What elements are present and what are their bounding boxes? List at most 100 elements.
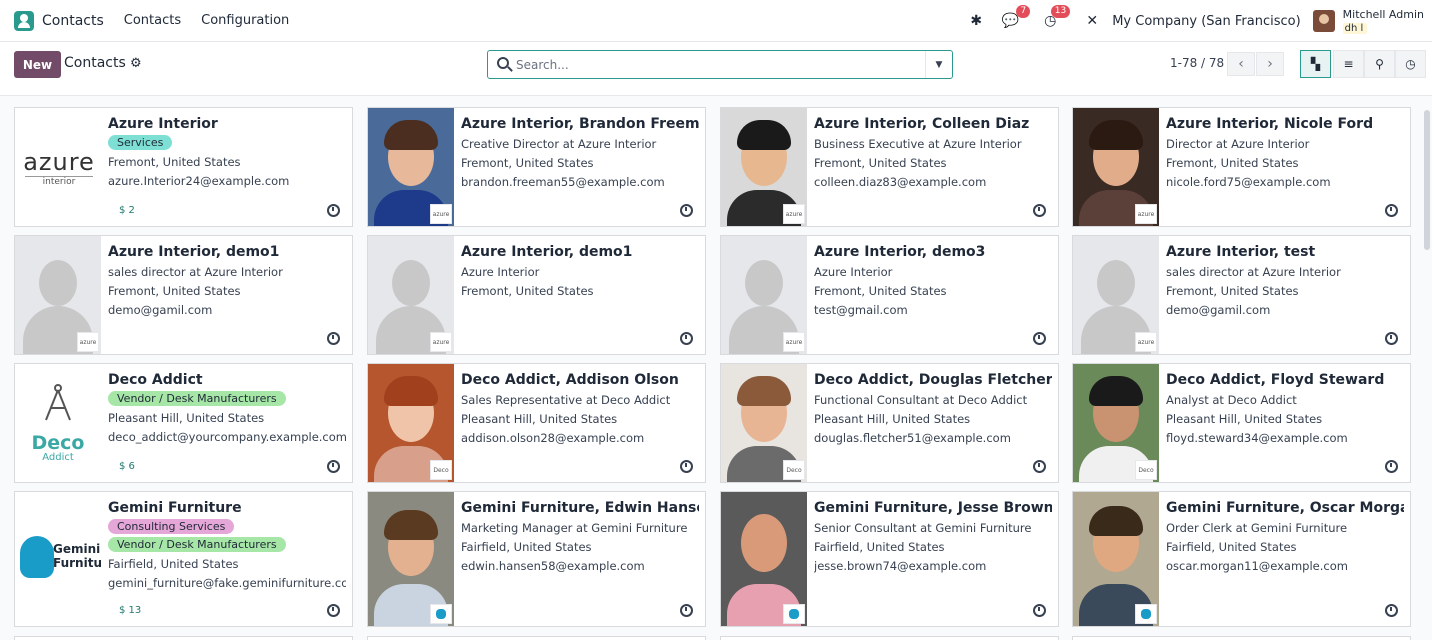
kanban-grid: azure interior Azure Interior Services F… bbox=[0, 96, 1432, 640]
company-mini-logo: Deco bbox=[1135, 460, 1157, 480]
contact-card-partial[interactable] bbox=[720, 636, 1059, 640]
contact-function: Business Executive at Azure Interior bbox=[814, 137, 1022, 151]
contact-email: oscar.morgan11@example.com bbox=[1166, 559, 1348, 573]
menu-configuration[interactable]: Configuration bbox=[201, 13, 289, 28]
search-options-toggle[interactable]: ▼ bbox=[925, 51, 952, 78]
contact-location: Pleasant Hill, United States bbox=[814, 412, 971, 426]
contact-card[interactable]: Gemini Furniture, Edwin Hansen Marketing… bbox=[367, 491, 706, 627]
contact-function: Sales Representative at Deco Addict bbox=[461, 393, 671, 407]
contact-card-partial[interactable] bbox=[367, 636, 706, 640]
company-mini-logo bbox=[783, 604, 805, 624]
search-input[interactable] bbox=[516, 55, 916, 75]
activity-clock-icon[interactable] bbox=[1385, 604, 1398, 617]
contact-card[interactable]: Deco Deco Addict, Addison Olson Sales Re… bbox=[367, 363, 706, 483]
activity-clock-icon[interactable] bbox=[680, 204, 693, 217]
pager-next-button[interactable]: › bbox=[1256, 52, 1284, 76]
contact-card[interactable]: Gemini Furniture, Jesse Brown Senior Con… bbox=[720, 491, 1059, 627]
contact-card[interactable]: azure interior Azure Interior Services F… bbox=[14, 107, 353, 227]
contact-placeholder-avatar: azure bbox=[1073, 236, 1159, 354]
activity-clock-icon[interactable] bbox=[327, 604, 340, 617]
kanban-view-button[interactable]: ▚ bbox=[1300, 50, 1331, 78]
activity-clock-icon[interactable] bbox=[680, 332, 693, 345]
contact-card[interactable]: Deco Addict Deco Addict Vendor / Desk Ma… bbox=[14, 363, 353, 483]
map-view-button[interactable]: ⚲ bbox=[1364, 50, 1395, 78]
contact-card[interactable]: Gemini Furniture Gemini Furniture Consul… bbox=[14, 491, 353, 627]
tools-icon[interactable]: ✕ bbox=[1082, 11, 1102, 31]
company-mini-logo: azure bbox=[430, 332, 452, 352]
contact-card[interactable]: Gemini Furniture, Oscar Morgan Order Cle… bbox=[1072, 491, 1411, 627]
gear-icon[interactable]: ⚙ bbox=[130, 56, 142, 71]
contact-card[interactable]: azure Azure Interior, Nicole Ford Direct… bbox=[1072, 107, 1411, 227]
activity-clock-icon[interactable] bbox=[1033, 604, 1046, 617]
contact-card[interactable]: azure Azure Interior, Colleen Diaz Busin… bbox=[720, 107, 1059, 227]
contact-tag: Vendor / Desk Manufacturers bbox=[108, 391, 286, 406]
contact-email: azure.Interior24@example.com bbox=[108, 174, 290, 188]
list-view-button[interactable]: ≡ bbox=[1333, 50, 1364, 78]
contact-function: Creative Director at Azure Interior bbox=[461, 137, 657, 151]
activities-icon[interactable]: ◷ 13 bbox=[1040, 5, 1071, 31]
user-menu[interactable]: Mitchell Admin dh l bbox=[1342, 8, 1424, 35]
contact-name: Azure Interior, demo1 bbox=[461, 244, 633, 260]
company-mini-logo: Deco bbox=[783, 460, 805, 480]
activity-clock-icon[interactable] bbox=[1033, 460, 1046, 473]
activity-clock-icon[interactable] bbox=[1385, 460, 1398, 473]
contact-location: Fremont, United States bbox=[1166, 156, 1299, 170]
contact-email: edwin.hansen58@example.com bbox=[461, 559, 645, 573]
contact-name: Azure Interior, demo1 bbox=[108, 244, 280, 260]
contact-photo: Deco bbox=[721, 364, 807, 482]
contacts-app-icon[interactable] bbox=[14, 10, 34, 31]
company-mini-logo bbox=[430, 604, 452, 624]
contact-card[interactable]: azure Azure Interior, demo1 sales direct… bbox=[14, 235, 353, 355]
bug-icon[interactable]: ✱ bbox=[966, 11, 986, 31]
activity-clock-icon[interactable] bbox=[1385, 204, 1398, 217]
contact-card-partial[interactable] bbox=[1072, 636, 1411, 640]
activity-clock-icon[interactable] bbox=[327, 332, 340, 345]
activity-clock-icon[interactable] bbox=[1385, 332, 1398, 345]
contact-name: Azure Interior, demo3 bbox=[814, 244, 986, 260]
contact-name: Azure Interior bbox=[108, 116, 218, 132]
contact-card[interactable]: azure Azure Interior, demo1 Azure Interi… bbox=[367, 235, 706, 355]
new-button[interactable]: New bbox=[14, 51, 61, 78]
activity-clock-icon[interactable] bbox=[327, 460, 340, 473]
activity-view-button[interactable]: ◷ bbox=[1395, 50, 1426, 78]
azure-logo-sub: interior bbox=[25, 176, 93, 187]
activity-clock-icon[interactable] bbox=[680, 604, 693, 617]
contact-card[interactable]: Deco Deco Addict, Floyd Steward Analyst … bbox=[1072, 363, 1411, 483]
contact-email: nicole.ford75@example.com bbox=[1166, 175, 1331, 189]
activity-clock-icon[interactable] bbox=[680, 460, 693, 473]
contact-location: Fairfield, United States bbox=[1166, 540, 1297, 554]
contact-location: Fremont, United States bbox=[461, 156, 594, 170]
contact-name: Gemini Furniture, Oscar Morgan bbox=[1166, 500, 1404, 516]
scrollbar[interactable] bbox=[1424, 110, 1430, 250]
app-name[interactable]: Contacts bbox=[42, 13, 104, 29]
user-avatar[interactable] bbox=[1312, 10, 1335, 32]
contact-card[interactable]: azure Azure Interior, test sales directo… bbox=[1072, 235, 1411, 355]
top-navbar: Contacts Contacts Configuration ✱ 💬 7 ◷ 13… bbox=[0, 0, 1432, 42]
company-switcher[interactable]: My Company (San Francisco) bbox=[1112, 14, 1300, 29]
pager-previous-button[interactable]: ‹ bbox=[1227, 52, 1255, 76]
sales-count[interactable]: $ 2 bbox=[119, 205, 135, 216]
contact-function: Marketing Manager at Gemini Furniture bbox=[461, 521, 688, 535]
sales-count[interactable]: $ 13 bbox=[119, 605, 141, 616]
activity-clock-icon[interactable] bbox=[1033, 204, 1046, 217]
contact-name: Azure Interior, Brandon Freeman bbox=[461, 116, 699, 132]
contact-card-partial[interactable] bbox=[14, 636, 353, 640]
activity-clock-icon[interactable] bbox=[1033, 332, 1046, 345]
sales-count[interactable]: $ 6 bbox=[119, 461, 135, 472]
contact-card[interactable]: azure Azure Interior, demo3 Azure Interi… bbox=[720, 235, 1059, 355]
company-mini-logo: azure bbox=[783, 332, 805, 352]
pager-value[interactable]: 1-78 / 78 bbox=[1170, 56, 1224, 70]
contact-logo: Gemini Furniture bbox=[15, 492, 101, 626]
contact-name: Gemini Furniture, Jesse Brown bbox=[814, 500, 1052, 516]
contact-card[interactable]: azure Azure Interior, Brandon Freeman Cr… bbox=[367, 107, 706, 227]
contact-name: Deco Addict, Floyd Steward bbox=[1166, 372, 1385, 388]
compass-icon bbox=[45, 384, 71, 421]
azure-logo-text: azure bbox=[23, 148, 95, 176]
activity-clock-icon[interactable] bbox=[327, 204, 340, 217]
contact-function: Azure Interior bbox=[814, 265, 893, 279]
contact-photo bbox=[721, 492, 807, 626]
contact-location: Fairfield, United States bbox=[461, 540, 592, 554]
menu-contacts[interactable]: Contacts bbox=[124, 13, 181, 28]
contact-card[interactable]: Deco Deco Addict, Douglas Fletcher Funct… bbox=[720, 363, 1059, 483]
messages-icon[interactable]: 💬 7 bbox=[1000, 5, 1031, 31]
